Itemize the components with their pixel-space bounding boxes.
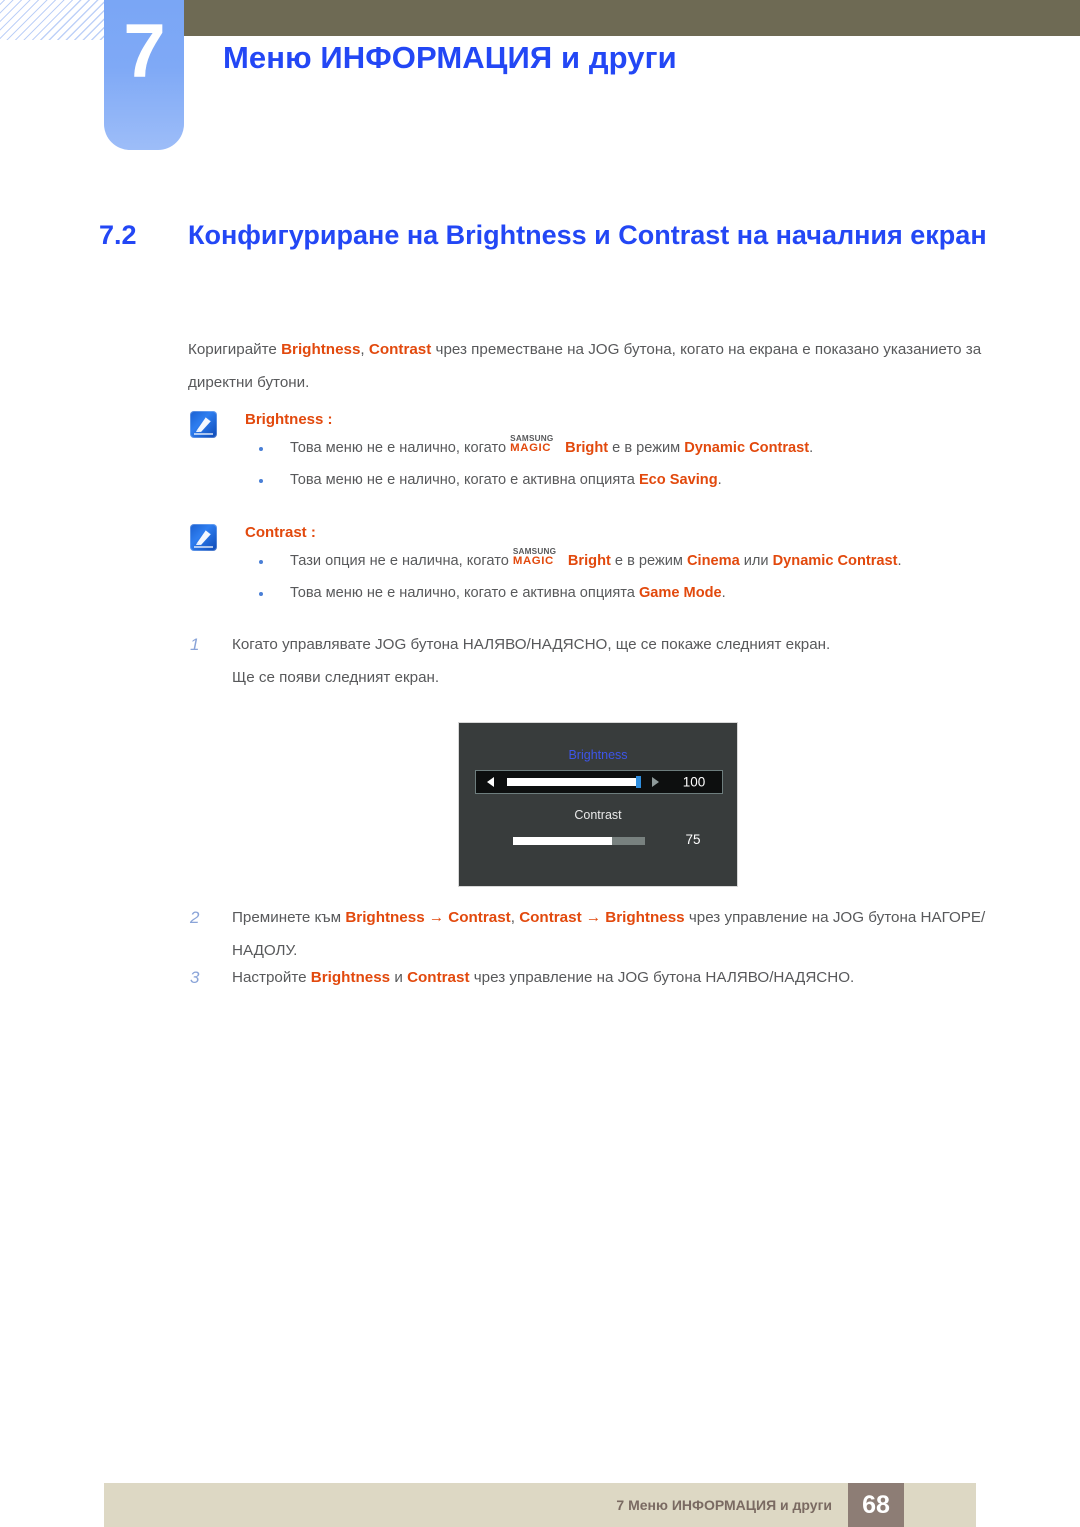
note-heading: Brightness : bbox=[245, 411, 333, 428]
section-number: 7.2 bbox=[99, 220, 137, 250]
intro-text-1: Коригирайте bbox=[188, 341, 282, 358]
step-text-mid: и bbox=[390, 969, 408, 986]
bullet-highlight-dynamic: Dynamic Contrast bbox=[772, 553, 898, 569]
bullet-text-post: . bbox=[809, 440, 814, 456]
osd-contrast-label: Contrast bbox=[574, 808, 622, 822]
note-bullet-list: Това меню не е налично, когато SAMSUNG MA… bbox=[190, 432, 1008, 496]
bullet-highlight: Dynamic Contrast bbox=[684, 440, 810, 456]
step-term-2: Contrast bbox=[448, 909, 511, 926]
page-footer: 7 Меню ИНФОРМАЦИЯ и други 68 bbox=[104, 1483, 976, 1527]
magic-bright-word: Bright bbox=[565, 440, 609, 456]
bullet-text-post: . bbox=[897, 553, 902, 569]
list-item: Това меню не е налично, когато е активна… bbox=[245, 464, 1008, 496]
osd-brightness-label: Brightness bbox=[568, 748, 628, 762]
note-block-contrast: Contrast : Тази опция не е налична, кога… bbox=[190, 521, 1008, 609]
bullet-text-post: . bbox=[717, 472, 722, 488]
bullet-highlight: Eco Saving bbox=[638, 472, 718, 488]
bullet-text-pre: Тази опция не е налична, когато bbox=[290, 553, 513, 569]
intro-paragraph: Коригирайте Brightness, Contrast чрез пр… bbox=[188, 333, 1006, 399]
step-number: 2 bbox=[190, 908, 200, 927]
step-body: Настройте Brightness и Contrast чрез упр… bbox=[232, 961, 1010, 994]
bullet-highlight-cinema: Cinema bbox=[686, 553, 740, 569]
step-term-1: Brightness bbox=[310, 969, 391, 986]
intro-sep: , bbox=[360, 341, 369, 358]
list-item: Тази опция не е налична, когато SAMSUNG M… bbox=[245, 545, 1008, 577]
osd-contrast-track bbox=[513, 837, 645, 845]
list-item: Това меню не е налично, когато SAMSUNG MA… bbox=[245, 432, 1008, 464]
section-heading: 7.2 Конфигуриране на Brightness и Contra… bbox=[99, 215, 1009, 256]
intro-term-brightness: Brightness bbox=[281, 341, 361, 358]
step-term-2: Contrast bbox=[407, 969, 470, 986]
step-3: 3 Настройте Brightness и Contrast чрез у… bbox=[190, 961, 1010, 994]
samsung-magic-logo: SAMSUNG MAGIC bbox=[510, 434, 565, 457]
footer-page-number: 68 bbox=[848, 1483, 904, 1527]
chapter-number: 7 bbox=[123, 9, 165, 94]
note-pen-icon bbox=[190, 411, 217, 438]
step-number: 3 bbox=[190, 968, 200, 987]
osd-brightness-knob[interactable] bbox=[636, 776, 641, 788]
step-text-pre: Настройте bbox=[232, 969, 311, 986]
osd-contrast-bar-fill bbox=[513, 837, 612, 845]
step-text-post: чрез управление на JOG бутона НАЛЯВО/НАД… bbox=[469, 969, 855, 986]
bullet-highlight: Game Mode bbox=[638, 585, 722, 601]
magic-magic-text: MAGIC bbox=[510, 442, 552, 454]
bullet-text-mid: е в режим bbox=[608, 440, 685, 456]
osd-brightness-slider-row[interactable]: 100 bbox=[475, 770, 723, 794]
step-number: 1 bbox=[190, 635, 200, 654]
intro-term-contrast: Contrast bbox=[368, 341, 432, 358]
step-2: 2 Преминете към Brightness → Contrast, C… bbox=[190, 901, 1010, 967]
note-heading: Contrast : bbox=[245, 524, 316, 541]
list-item: Това меню не е налично, когато е активна… bbox=[245, 577, 1008, 609]
section-title: Конфигуриране на Brightness и Contrast н… bbox=[188, 220, 987, 250]
step-term-3: Contrast bbox=[519, 909, 582, 926]
bullet-text-pre: Това меню не е налично, когато е активна… bbox=[290, 472, 639, 488]
note-bullet-list: Тази опция не е налична, когато SAMSUNG M… bbox=[190, 545, 1008, 609]
bullet-text-post: . bbox=[721, 585, 726, 601]
bullet-text-pre: Това меню не е налично, когато е активна… bbox=[290, 585, 639, 601]
osd-brightness-bar-fill bbox=[507, 778, 639, 786]
osd-preview-image: Brightness 100 Contrast 75 bbox=[458, 722, 738, 887]
step-arrow-2: → bbox=[581, 909, 606, 926]
step-text-pre: Преминете към bbox=[232, 909, 346, 926]
header-olive-bar bbox=[182, 0, 1080, 36]
chapter-title: Меню ИНФОРМАЦИЯ и други bbox=[223, 40, 677, 75]
step-body: Преминете към Brightness → Contrast, Con… bbox=[232, 901, 1010, 967]
triangle-left-icon[interactable] bbox=[487, 777, 494, 787]
step-body: Когато управлявате JOG бутона НАЛЯВО/НАД… bbox=[232, 628, 1010, 694]
bullet-text-pre: Това меню не е налично, когато bbox=[290, 440, 511, 456]
osd-contrast-slider-row[interactable]: 75 bbox=[475, 831, 723, 851]
note-block-brightness: Brightness : Това меню не е налично, ког… bbox=[190, 408, 1008, 496]
footer-chapter-label: 7 Меню ИНФОРМАЦИЯ и други bbox=[616, 1497, 832, 1513]
step-line-2: Ще се появи следният екран. bbox=[232, 669, 440, 686]
bullet-text-mid: е в режим bbox=[610, 553, 687, 569]
samsung-magic-logo: SAMSUNG MAGIC bbox=[512, 547, 568, 570]
step-line-1: Когато управлявате JOG бутона НАЛЯВО/НАД… bbox=[232, 636, 831, 653]
step-term-1: Brightness bbox=[345, 909, 425, 926]
step-1: 1 Когато управлявате JOG бутона НАЛЯВО/Н… bbox=[190, 628, 1010, 694]
step-term-4: Brightness bbox=[605, 909, 685, 926]
step-arrow-1: → bbox=[424, 909, 449, 926]
step-sep: , bbox=[510, 909, 520, 926]
magic-bright-word: Bright bbox=[567, 553, 611, 569]
note-pen-icon bbox=[190, 524, 217, 551]
osd-brightness-value: 100 bbox=[682, 774, 706, 790]
bullet-text-mid2: или bbox=[739, 553, 773, 569]
osd-contrast-value: 75 bbox=[685, 832, 701, 847]
magic-magic-text: MAGIC bbox=[512, 555, 554, 567]
triangle-right-icon[interactable] bbox=[652, 777, 659, 787]
